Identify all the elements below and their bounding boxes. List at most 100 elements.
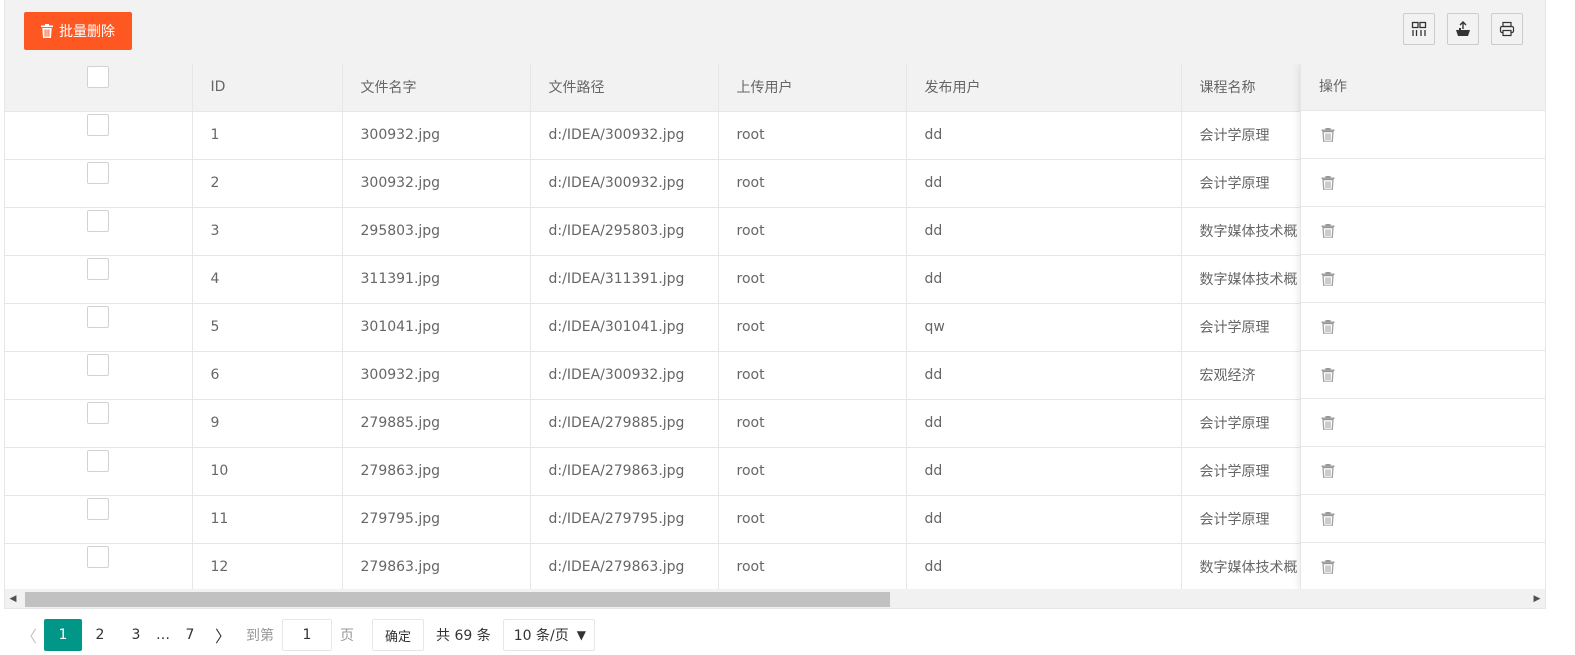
table-row[interactable]: 12 279863.jpg d:/IDEA/279863.jpg root dd 数字媒体…: [5, 543, 1301, 589]
delete-row-icon[interactable]: [1321, 319, 1335, 334]
row-checkbox[interactable]: [87, 450, 110, 472]
header-id[interactable]: ID: [192, 64, 343, 112]
page-2[interactable]: 2: [82, 619, 118, 651]
delete-row-icon[interactable]: [1321, 559, 1335, 574]
header-file-name[interactable]: 文件名字: [342, 64, 531, 112]
dropdown-caret-icon: ▼: [576, 628, 586, 642]
table-row[interactable]: 5 301041.jpg d:/IDEA/301041.jpg root qw 会计学原理: [5, 303, 1301, 352]
cell-course: 数字媒体技术概: [1181, 543, 1301, 589]
page-last[interactable]: 7: [172, 619, 208, 651]
page-3[interactable]: 3: [118, 619, 154, 651]
delete-row-icon[interactable]: [1321, 463, 1335, 478]
cell-uploader: root: [718, 111, 907, 160]
horizontal-scrollbar[interactable]: ◀ ▶: [4, 589, 1546, 609]
row-select-cell[interactable]: [5, 447, 193, 496]
total-count: 共 69 条: [436, 628, 491, 644]
select-all-checkbox[interactable]: [87, 66, 110, 89]
table-row[interactable]: 11 279795.jpg d:/IDEA/279795.jpg root dd 会计学原…: [5, 495, 1301, 544]
cell-course: 会计学原理: [1181, 159, 1301, 208]
header-publisher[interactable]: 发布用户: [906, 64, 1182, 112]
row-select-cell[interactable]: [5, 543, 193, 589]
row-select-cell[interactable]: [5, 399, 193, 448]
delete-row-icon[interactable]: [1321, 511, 1335, 526]
action-cell: [1301, 543, 1545, 589]
cell-file-name: 300932.jpg: [342, 351, 531, 400]
row-checkbox[interactable]: [87, 546, 110, 568]
row-select-cell[interactable]: [5, 303, 193, 352]
toolbar-tools: [1403, 13, 1523, 45]
table-row[interactable]: 1 300932.jpg d:/IDEA/300932.jpg root dd 会计学原理: [5, 111, 1301, 160]
batch-delete-label: 批量删除: [59, 24, 115, 40]
cell-course: 会计学原理: [1181, 111, 1301, 160]
row-checkbox[interactable]: [87, 354, 110, 376]
page-size-value: 10 条/页: [513, 628, 569, 644]
scroll-right-arrow-icon[interactable]: ▶: [1529, 589, 1545, 609]
cell-course: 会计学原理: [1181, 303, 1301, 352]
table-row[interactable]: 9 279885.jpg d:/IDEA/279885.jpg root dd 会计学原理: [5, 399, 1301, 448]
row-checkbox[interactable]: [87, 258, 110, 280]
table-row[interactable]: 4 311391.jpg d:/IDEA/311391.jpg root dd 数字媒体技…: [5, 255, 1301, 304]
page-1[interactable]: 1: [44, 619, 82, 651]
cell-file-path: d:/IDEA/279863.jpg: [530, 543, 719, 589]
cell-uploader: root: [718, 207, 907, 256]
cell-file-name: 300932.jpg: [342, 111, 531, 160]
fixed-action-column: 操作: [1300, 64, 1545, 589]
cell-publisher: dd: [906, 159, 1182, 208]
cell-publisher: dd: [906, 543, 1182, 589]
cell-id: 3: [192, 207, 343, 256]
cell-file-name: 279795.jpg: [342, 495, 531, 544]
row-checkbox[interactable]: [87, 162, 110, 184]
table-row[interactable]: 6 300932.jpg d:/IDEA/300932.jpg root dd 宏观经济: [5, 351, 1301, 400]
header-uploader[interactable]: 上传用户: [718, 64, 907, 112]
delete-row-icon[interactable]: [1321, 271, 1335, 286]
next-page-icon[interactable]: 〉: [208, 620, 238, 650]
export-button[interactable]: [1447, 13, 1479, 45]
row-select-cell[interactable]: [5, 495, 193, 544]
table-toolbar: 批量删除: [4, 0, 1546, 64]
cell-file-name: 279863.jpg: [342, 543, 531, 589]
table-row[interactable]: 3 295803.jpg d:/IDEA/295803.jpg root dd 数字媒体技…: [5, 207, 1301, 256]
page-size-select[interactable]: 10 条/页 ▼: [502, 619, 595, 651]
cell-id: 10: [192, 447, 343, 496]
row-checkbox[interactable]: [87, 114, 110, 136]
table-row[interactable]: 2 300932.jpg d:/IDEA/300932.jpg root dd 会计学原理: [5, 159, 1301, 208]
print-button[interactable]: [1491, 13, 1523, 45]
cell-uploader: root: [718, 399, 907, 448]
scroll-left-arrow-icon[interactable]: ◀: [5, 589, 21, 609]
row-checkbox[interactable]: [87, 498, 110, 520]
cell-id: 2: [192, 159, 343, 208]
header-course[interactable]: 课程名称: [1181, 64, 1301, 112]
cell-publisher: qw: [906, 303, 1182, 352]
delete-row-icon[interactable]: [1321, 127, 1335, 142]
prev-page-icon[interactable]: 〈: [14, 620, 44, 650]
action-cell: [1301, 207, 1545, 255]
scroll-thumb[interactable]: [25, 592, 890, 607]
columns-filter-button[interactable]: [1403, 13, 1435, 45]
row-select-cell[interactable]: [5, 111, 193, 160]
cell-course: 会计学原理: [1181, 495, 1301, 544]
delete-row-icon[interactable]: [1321, 367, 1335, 382]
batch-delete-button[interactable]: 批量删除: [24, 12, 132, 50]
delete-row-icon[interactable]: [1321, 223, 1335, 238]
table-row[interactable]: 10 279863.jpg d:/IDEA/279863.jpg root dd 会计学原…: [5, 447, 1301, 496]
row-checkbox[interactable]: [87, 402, 110, 424]
row-select-cell[interactable]: [5, 351, 193, 400]
row-checkbox[interactable]: [87, 306, 110, 328]
cell-uploader: root: [718, 447, 907, 496]
goto-page-input[interactable]: [282, 619, 332, 651]
goto-confirm-button[interactable]: 确定: [372, 619, 425, 651]
header-select-all[interactable]: [5, 64, 193, 112]
delete-row-icon[interactable]: [1321, 415, 1335, 430]
delete-row-icon[interactable]: [1321, 175, 1335, 190]
row-checkbox[interactable]: [87, 210, 110, 232]
header-file-path[interactable]: 文件路径: [530, 64, 719, 112]
row-select-cell[interactable]: [5, 159, 193, 208]
cell-publisher: dd: [906, 351, 1182, 400]
row-select-cell[interactable]: [5, 207, 193, 256]
row-select-cell[interactable]: [5, 255, 193, 304]
cell-file-path: d:/IDEA/300932.jpg: [530, 351, 719, 400]
cell-course: 会计学原理: [1181, 447, 1301, 496]
cell-file-name: 295803.jpg: [342, 207, 531, 256]
cell-id: 9: [192, 399, 343, 448]
cell-file-path: d:/IDEA/311391.jpg: [530, 255, 719, 304]
